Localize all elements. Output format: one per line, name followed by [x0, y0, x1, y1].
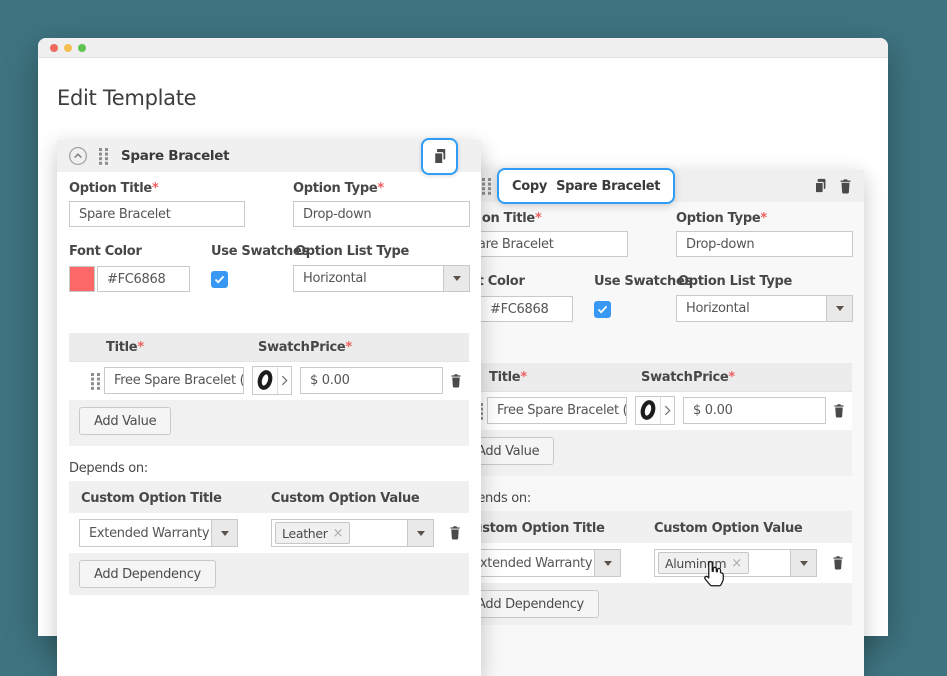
font-color-swatch[interactable] — [69, 266, 95, 292]
tooltip-action: Copy — [512, 178, 548, 194]
option-panel-original: Spare Bracelet Option Title* Spare Brace… — [57, 138, 481, 676]
value-price-input[interactable]: $ 0.00 — [300, 367, 443, 394]
option-title-input[interactable]: Spare Bracelet — [69, 201, 245, 227]
col-custom-option-value: Custom Option Value — [654, 521, 803, 536]
value-title-input[interactable]: Free Spare Bracelet (Bl — [104, 367, 244, 394]
col-custom-option-title: Custom Option Title — [464, 521, 605, 536]
panel-header: Spare Bracelet — [57, 140, 481, 172]
add-dependency-button[interactable]: Add Dependency — [79, 560, 216, 588]
dependency-row: Extended Warranty Leather × — [69, 513, 469, 553]
font-color-input[interactable]: #FC6868 — [480, 296, 573, 322]
option-list-type-select[interactable]: Horizontal — [293, 265, 470, 292]
copy-option-button-focused[interactable] — [421, 138, 458, 175]
values-table-header: Title* Swatch Price* — [452, 363, 852, 392]
bracelet-swatch-image[interactable] — [253, 367, 277, 393]
minimize-window-button[interactable] — [64, 43, 72, 52]
option-list-type-value: Horizontal — [686, 301, 750, 316]
option-list-type-select[interactable]: Horizontal — [676, 295, 853, 322]
col-swatch-label: Swatch — [258, 340, 310, 355]
option-title-label: Option Title — [69, 181, 152, 196]
option-type-input[interactable]: Drop-down — [676, 231, 853, 257]
font-color-label: Font Color — [69, 244, 142, 259]
col-title-label: Title — [489, 370, 521, 385]
col-custom-option-title: Custom Option Title — [81, 491, 222, 506]
dependency-section: Custom Option Title Custom Option Value … — [452, 511, 852, 625]
use-swatches-checkbox[interactable] — [594, 301, 611, 318]
dependency-row: Extended Warranty Aluminum × — [452, 543, 852, 583]
option-list-type-label: Option List Type — [295, 244, 410, 259]
chevron-down-icon[interactable] — [790, 550, 816, 576]
drag-handle-icon[interactable] — [482, 177, 492, 195]
font-color-input[interactable]: #FC6868 — [97, 266, 190, 292]
delete-option-button[interactable] — [836, 177, 854, 195]
collapse-icon[interactable] — [68, 146, 88, 166]
copy-option-button[interactable] — [811, 177, 829, 195]
chevron-down-icon[interactable] — [443, 266, 469, 291]
copy-drag-tooltip: Copy Spare Bracelet — [497, 168, 676, 204]
value-row: Free Spare Bracelet (Bl $ 0.00 — [69, 362, 469, 400]
page-title: Edit Template — [57, 86, 197, 110]
remove-tag-icon[interactable]: × — [333, 527, 344, 540]
remove-tag-icon[interactable]: × — [731, 557, 742, 570]
dependency-value-multiselect[interactable]: Leather × — [271, 519, 434, 547]
values-section: Title* Swatch Price* Free Spare Bracelet… — [69, 333, 469, 446]
option-type-label: Option Type — [676, 211, 761, 226]
col-price-label: Price — [310, 340, 346, 355]
tooltip-option-name: Spare Bracelet — [556, 178, 661, 194]
swatch-control[interactable] — [635, 396, 675, 425]
row-drag-handle-icon[interactable] — [91, 373, 101, 390]
dependency-value-tag: Leather × — [275, 522, 351, 544]
required-mark: * — [534, 211, 542, 226]
delete-value-button[interactable] — [830, 402, 848, 420]
dependency-title-select[interactable]: Extended Warranty — [79, 519, 238, 547]
chevron-right-icon[interactable] — [660, 397, 674, 424]
option-type-input[interactable]: Drop-down — [293, 201, 470, 227]
chevron-down-icon[interactable] — [407, 520, 433, 546]
dependency-title-value: Extended Warranty — [89, 525, 210, 541]
option-type-label: Option Type — [293, 181, 378, 196]
values-section: Title* Swatch Price* Free Spare Bracelet… — [452, 363, 852, 476]
value-row: Free Spare Bracelet (Bl $ 0.00 — [452, 392, 852, 430]
col-swatch-label: Swatch — [641, 370, 693, 385]
depends-on-label: Depends on: — [69, 461, 148, 476]
col-custom-option-value: Custom Option Value — [271, 491, 420, 506]
option-list-type-value: Horizontal — [303, 271, 367, 286]
col-price-label: Price — [693, 370, 729, 385]
page-background: { "ui": { "required": "*" }, "page": { "… — [0, 0, 947, 676]
required-mark: * — [377, 181, 384, 196]
browser-window: Edit Template Spare Bracelet Option Titl… — [38, 38, 888, 676]
close-window-button[interactable] — [50, 43, 58, 52]
value-price-input[interactable]: $ 0.00 — [683, 397, 826, 424]
option-list-type-label: Option List Type — [678, 274, 793, 289]
panel-title: Spare Bracelet — [121, 148, 230, 164]
dependency-section: Custom Option Title Custom Option Value … — [69, 481, 469, 595]
chevron-right-icon[interactable] — [277, 367, 291, 394]
delete-dependency-button[interactable] — [829, 554, 847, 572]
use-swatches-checkbox[interactable] — [211, 271, 228, 288]
add-dependency-button[interactable]: Add Dependency — [462, 590, 599, 618]
dependency-title-value: Extended Warranty — [472, 555, 593, 571]
required-mark: * — [151, 181, 159, 196]
bracelet-swatch-image[interactable] — [636, 397, 660, 423]
value-title-input[interactable]: Free Spare Bracelet (Bl — [487, 397, 627, 424]
dependency-title-select[interactable]: Extended Warranty — [462, 549, 621, 577]
zoom-window-button[interactable] — [78, 43, 86, 52]
swatch-control[interactable] — [252, 366, 292, 395]
chevron-down-icon[interactable] — [826, 296, 852, 321]
option-panel-copy: Spare Bracelet Option Title* Spare Brace… — [440, 170, 864, 676]
drag-handle-icon[interactable] — [99, 147, 109, 165]
values-table-header: Title* Swatch Price* — [69, 333, 469, 362]
delete-dependency-button[interactable] — [446, 524, 464, 542]
add-value-button[interactable]: Add Value — [79, 407, 172, 435]
hand-cursor-icon — [701, 559, 728, 594]
chevron-down-icon[interactable] — [594, 550, 620, 576]
col-title-label: Title — [106, 340, 138, 355]
window-titlebar — [38, 38, 888, 58]
required-mark: * — [760, 211, 767, 226]
dependency-value-multiselect[interactable]: Aluminum × — [654, 549, 817, 577]
delete-value-button[interactable] — [447, 372, 465, 390]
chevron-down-icon[interactable] — [211, 520, 237, 546]
